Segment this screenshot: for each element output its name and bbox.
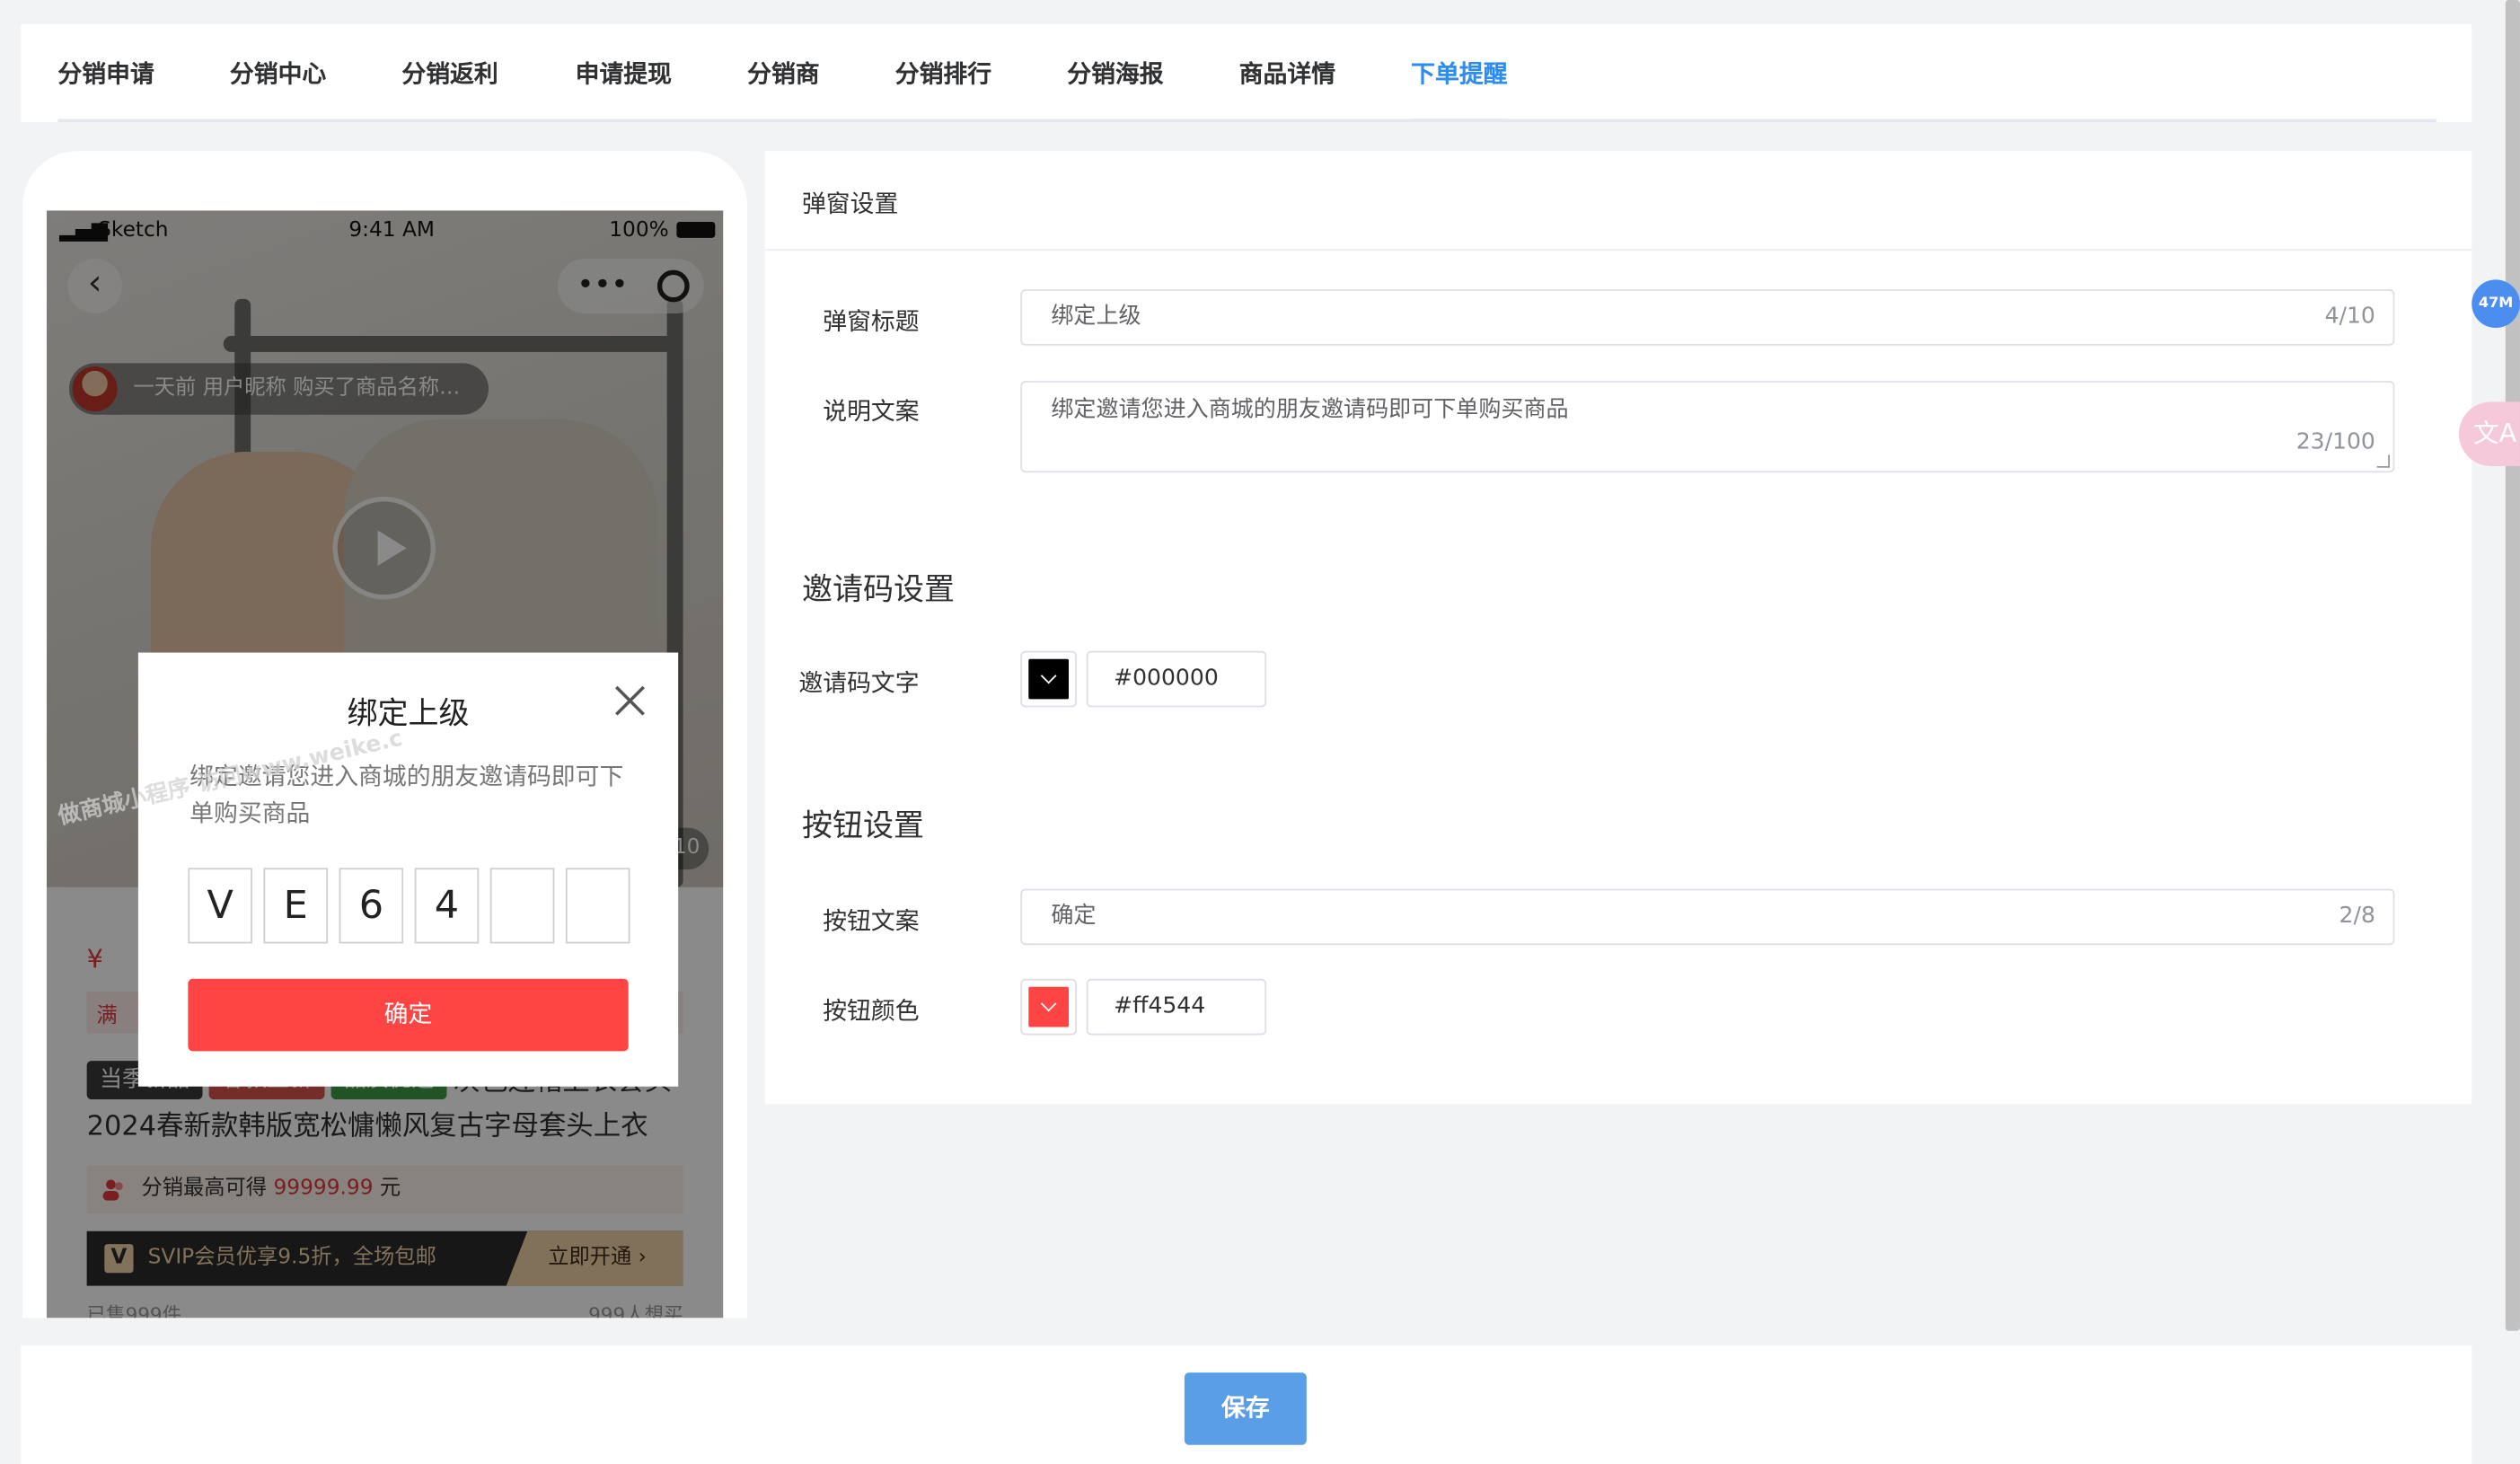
- description-count: 23/100: [2295, 428, 2375, 455]
- translate-icon[interactable]: 文A: [2458, 401, 2520, 466]
- resize-handle-icon[interactable]: [2376, 454, 2390, 468]
- tab-distribution-apply[interactable]: 分销申请: [57, 24, 154, 122]
- code-box-6[interactable]: [565, 868, 630, 944]
- tab-distribution-rebate[interactable]: 分销返利: [401, 24, 498, 122]
- code-box-3[interactable]: 6: [339, 868, 404, 944]
- popup-title-label: 弹窗标题: [823, 306, 920, 337]
- tab-underline: [57, 119, 2436, 123]
- description-textarea[interactable]: 绑定邀请您进入商城的朋友邀请码即可下单购买商品 23/100: [1020, 381, 2395, 473]
- description-label: 说明文案: [823, 397, 920, 427]
- description-value: 绑定邀请您进入商城的朋友邀请码即可下单购买商品: [1051, 397, 1569, 423]
- invite-text-color-picker[interactable]: [1020, 650, 1077, 708]
- footer-bar: 保存: [21, 1345, 2472, 1464]
- tab-distributors[interactable]: 分销商: [747, 24, 820, 122]
- color-swatch-red: [1028, 986, 1070, 1027]
- save-button[interactable]: 保存: [1184, 1372, 1307, 1445]
- tab-distribution-ranking[interactable]: 分销排行: [895, 24, 991, 122]
- modal-title: 绑定上级: [347, 695, 470, 732]
- bind-superior-modal: 绑定上级 绑定邀请您进入商城的朋友邀请码即可下单购买商品 V E 6 4 确定: [137, 652, 679, 1087]
- close-icon[interactable]: [614, 684, 647, 717]
- invite-text-label: 邀请码文字: [798, 668, 920, 698]
- tab-apply-withdraw[interactable]: 申请提现: [576, 24, 672, 122]
- memory-badge[interactable]: 47M: [2472, 279, 2520, 329]
- code-box-5[interactable]: [489, 868, 555, 944]
- tab-distribution-center[interactable]: 分销中心: [230, 24, 326, 122]
- phone-screen: ▂▄▆ Sketch 9:41 AM 100% ‹ ••• 一天前 用户昵称 购…: [46, 210, 724, 1318]
- tab-distribution-poster[interactable]: 分销海报: [1067, 24, 1163, 122]
- button-color-input[interactable]: #ff4544: [1086, 978, 1267, 1036]
- button-text-label: 按钮文案: [823, 906, 920, 936]
- panel-header: 弹窗设置: [764, 151, 2472, 251]
- page-scrollbar[interactable]: [2505, 0, 2520, 1331]
- top-tab-bar: 分销申请 分销中心 分销返利 申请提现 分销商 分销排行 分销海报 商品详情 下…: [21, 23, 2472, 123]
- modal-confirm-button[interactable]: 确定: [188, 978, 629, 1052]
- popup-title-count: 4/10: [2324, 304, 2375, 330]
- settings-panel: 弹窗设置 弹窗标题 绑定上级 4/10 说明文案 绑定邀请您进入商城的朋友邀请码…: [764, 151, 2472, 1105]
- code-box-2[interactable]: E: [263, 868, 329, 944]
- color-swatch-black: [1028, 658, 1070, 700]
- button-text-count: 2/8: [2339, 903, 2375, 930]
- tab-product-detail[interactable]: 商品详情: [1239, 24, 1335, 122]
- button-section-title: 按钮设置: [801, 808, 924, 844]
- phone-preview: ▂▄▆ Sketch 9:41 AM 100% ‹ ••• 一天前 用户昵称 购…: [22, 151, 748, 1318]
- popup-settings-heading: 弹窗设置: [801, 190, 899, 219]
- code-box-1[interactable]: V: [188, 868, 252, 944]
- popup-title-value: 绑定上级: [1051, 304, 1141, 330]
- button-color-picker[interactable]: [1020, 978, 1077, 1036]
- invite-code-section-title: 邀请码设置: [801, 572, 955, 608]
- code-box-4[interactable]: 4: [414, 868, 480, 944]
- button-text-input[interactable]: 确定 2/8: [1020, 888, 2395, 946]
- popup-title-input[interactable]: 绑定上级 4/10: [1020, 289, 2395, 346]
- tab-order-reminder[interactable]: 下单提醒: [1411, 24, 1508, 123]
- invite-text-color-input[interactable]: #000000: [1086, 650, 1267, 708]
- button-color-label: 按钮颜色: [823, 996, 920, 1026]
- button-text-value: 确定: [1051, 903, 1097, 930]
